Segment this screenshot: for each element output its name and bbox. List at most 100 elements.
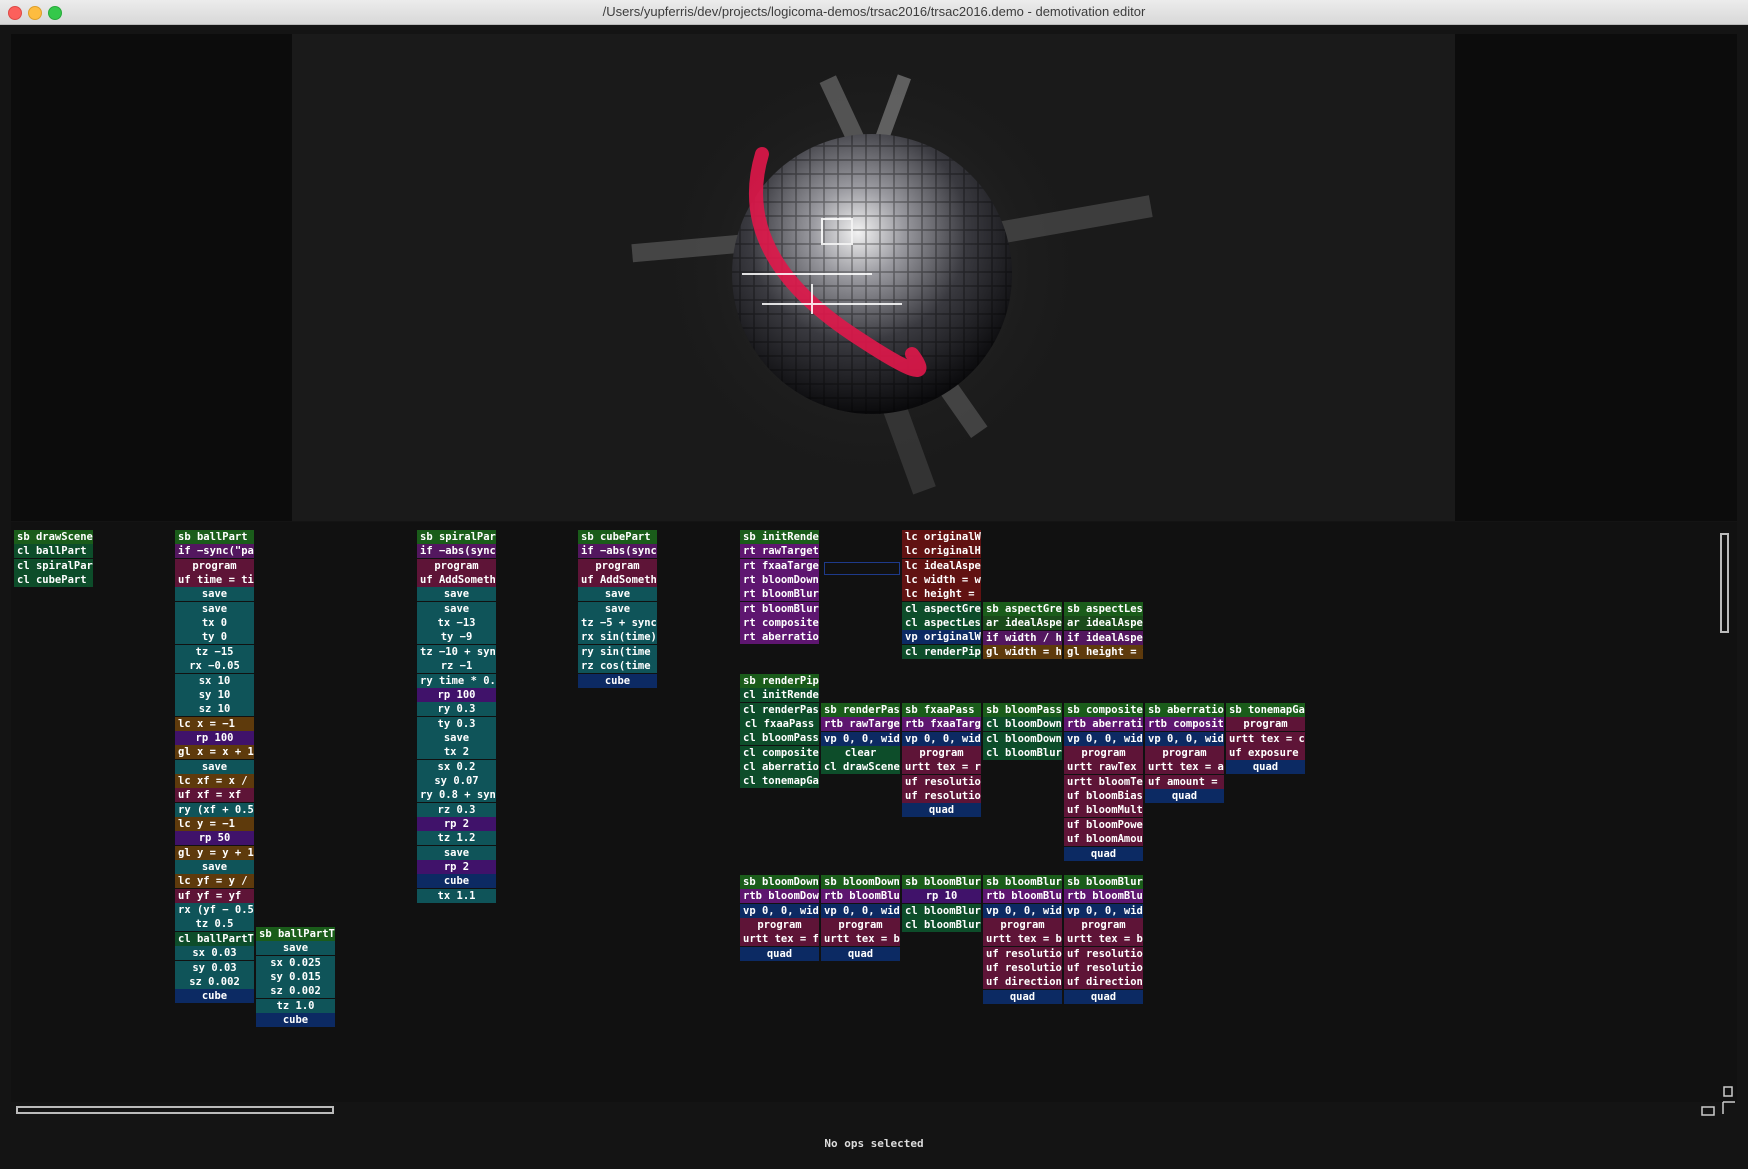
op-block[interactable]: sy 0.03 bbox=[175, 960, 254, 975]
op-block[interactable]: ar idealAspect bbox=[1064, 616, 1143, 631]
op-block[interactable]: cl initRender… bbox=[740, 688, 819, 703]
op-block[interactable]: rz 0.3 bbox=[417, 802, 496, 817]
op-block[interactable]: uf resolution… bbox=[983, 961, 1062, 976]
op-block[interactable]: rp 2 bbox=[417, 860, 496, 875]
op-block[interactable]: lc yf = y / 5… bbox=[175, 874, 254, 889]
op-block[interactable]: vp 0, 0, widt… bbox=[983, 903, 1062, 918]
op-block[interactable]: lc height = h… bbox=[902, 587, 981, 602]
op-block[interactable]: sb spiralPart bbox=[417, 530, 496, 544]
op-block[interactable]: lc idealAspec… bbox=[902, 558, 981, 573]
op-block[interactable]: urtt tex = bl… bbox=[821, 932, 900, 947]
op-block[interactable]: sx 0.2 bbox=[417, 759, 496, 774]
op-block[interactable]: sb aberration… bbox=[1145, 703, 1224, 717]
op-block[interactable]: rt bloomBlurT… bbox=[740, 587, 819, 602]
op-block[interactable]: cube bbox=[175, 989, 254, 1004]
op-block[interactable]: quad bbox=[1145, 789, 1224, 804]
op-block[interactable]: program bbox=[1226, 717, 1305, 732]
op-block[interactable]: uf time = time bbox=[175, 573, 254, 588]
op-block[interactable]: sb bloomDowns… bbox=[740, 875, 819, 889]
op-block[interactable]: vp 0, 0, widt… bbox=[1145, 731, 1224, 746]
op-block[interactable]: ry time * 0.3 bbox=[417, 673, 496, 688]
op-block[interactable]: tx 1.1 bbox=[417, 888, 496, 903]
op-block[interactable]: sb bloomBlurS… bbox=[983, 875, 1062, 889]
op-block[interactable]: save bbox=[417, 845, 496, 860]
op-block[interactable]: program bbox=[417, 558, 496, 573]
op-block[interactable]: urtt tex = bl… bbox=[1064, 932, 1143, 947]
op-block[interactable]: cl ballPart bbox=[14, 544, 93, 559]
op-block[interactable]: save bbox=[417, 587, 496, 602]
op-block[interactable]: clear bbox=[821, 746, 900, 761]
op-block[interactable]: uf xf = xf bbox=[175, 788, 254, 803]
op-block[interactable]: gl x = x + 1 bbox=[175, 745, 254, 760]
op-block[interactable]: urtt tex = bl… bbox=[983, 932, 1062, 947]
op-block[interactable]: uf amount = 0… bbox=[1145, 774, 1224, 789]
op-block[interactable]: sb bloomPass bbox=[983, 703, 1062, 717]
minimize-button[interactable] bbox=[28, 6, 42, 20]
op-block[interactable]: gl height = w… bbox=[1064, 645, 1143, 660]
op-block[interactable]: uf AddSomethi… bbox=[578, 573, 657, 588]
op-block[interactable]: rp 100 bbox=[417, 687, 496, 702]
op-block[interactable]: rt bloomDowns… bbox=[740, 573, 819, 588]
op-block[interactable]: sy 0.07 bbox=[417, 773, 496, 788]
op-block[interactable]: save bbox=[578, 601, 657, 616]
op-block[interactable]: rp 2 bbox=[417, 817, 496, 831]
op-block[interactable]: urtt tex = ab… bbox=[1145, 760, 1224, 775]
op-block[interactable]: quad bbox=[983, 989, 1062, 1004]
op-block[interactable]: quad bbox=[740, 946, 819, 961]
op-block[interactable]: cl tonemapGam… bbox=[740, 774, 819, 789]
op-block[interactable]: sb fxaaPass bbox=[902, 703, 981, 717]
horizontal-scrollbar[interactable] bbox=[16, 1106, 334, 1114]
op-block[interactable]: sb drawScene bbox=[14, 530, 93, 544]
op-block[interactable]: gl width = he… bbox=[983, 645, 1062, 660]
op-block[interactable]: program bbox=[1064, 746, 1143, 761]
op-block[interactable]: cl bloomPass bbox=[740, 731, 819, 746]
op-block[interactable]: tz −10 + sync… bbox=[417, 644, 496, 659]
op-block[interactable]: cl ballPartTh… bbox=[175, 931, 254, 946]
op-block[interactable]: tz 1.2 bbox=[417, 831, 496, 846]
op-block[interactable]: save bbox=[175, 759, 254, 774]
op-block[interactable]: if −abs(sync(… bbox=[417, 544, 496, 559]
op-block[interactable]: lc originalHe… bbox=[902, 544, 981, 559]
op-block[interactable]: vp originalWi… bbox=[902, 630, 981, 645]
op-block[interactable]: rt fxaaTarget bbox=[740, 558, 819, 573]
op-block[interactable]: cl spiralPart bbox=[14, 558, 93, 573]
close-button[interactable] bbox=[8, 6, 22, 20]
render-viewport[interactable] bbox=[11, 34, 1737, 521]
op-block[interactable]: sy 10 bbox=[175, 687, 254, 702]
op-block[interactable]: uf bloomMulti… bbox=[1064, 803, 1143, 818]
op-block[interactable]: sb aspectGrea… bbox=[983, 602, 1062, 616]
op-block[interactable]: save bbox=[417, 601, 496, 616]
op-block[interactable]: sb initRender… bbox=[740, 530, 819, 544]
op-block[interactable]: lc originalWi… bbox=[902, 530, 981, 544]
op-block[interactable]: sx 0.03 bbox=[175, 946, 254, 961]
op-block[interactable]: cube bbox=[578, 673, 657, 688]
op-block[interactable]: save bbox=[256, 941, 335, 956]
op-block[interactable]: lc x = −1 bbox=[175, 716, 254, 731]
op-block[interactable]: quad bbox=[821, 946, 900, 961]
op-block[interactable]: cl compositeP… bbox=[740, 745, 819, 760]
op-block[interactable]: vp 0, 0, widt… bbox=[821, 903, 900, 918]
op-block[interactable]: tz 1.0 bbox=[256, 998, 335, 1013]
op-block[interactable]: sb compositeP… bbox=[1064, 703, 1143, 717]
op-block[interactable]: ry (xf + 0.5)… bbox=[175, 802, 254, 817]
op-block[interactable]: cl bloomDowns… bbox=[983, 731, 1062, 746]
op-block[interactable]: rtb bloomBlur… bbox=[821, 889, 900, 904]
op-block[interactable]: uf resolution… bbox=[902, 789, 981, 804]
op-block[interactable]: tx 0 bbox=[175, 616, 254, 631]
op-block[interactable]: rtb bloomBlur… bbox=[1064, 889, 1143, 904]
op-block[interactable]: lc width = wi… bbox=[902, 573, 981, 588]
op-block[interactable]: sb renderPipe… bbox=[740, 674, 819, 688]
op-block[interactable]: sb renderPass bbox=[821, 703, 900, 717]
op-block[interactable]: ry 0.8 + sync… bbox=[417, 788, 496, 803]
op-block[interactable]: rtb aberratio… bbox=[1064, 717, 1143, 732]
op-block[interactable]: cl aspectGrea… bbox=[902, 601, 981, 616]
op-block[interactable]: uf direction … bbox=[983, 975, 1062, 990]
op-block[interactable]: rx −0.05 bbox=[175, 659, 254, 674]
op-block[interactable]: cl aspectLess bbox=[902, 616, 981, 631]
op-block[interactable]: cl cubePart bbox=[14, 573, 93, 588]
op-block[interactable]: ry sin(time *… bbox=[578, 644, 657, 659]
op-block[interactable]: save bbox=[175, 860, 254, 875]
op-block[interactable]: program bbox=[902, 746, 981, 761]
op-block[interactable]: cl bloomBlurS… bbox=[902, 918, 981, 933]
op-block[interactable]: rtb composite… bbox=[1145, 717, 1224, 732]
